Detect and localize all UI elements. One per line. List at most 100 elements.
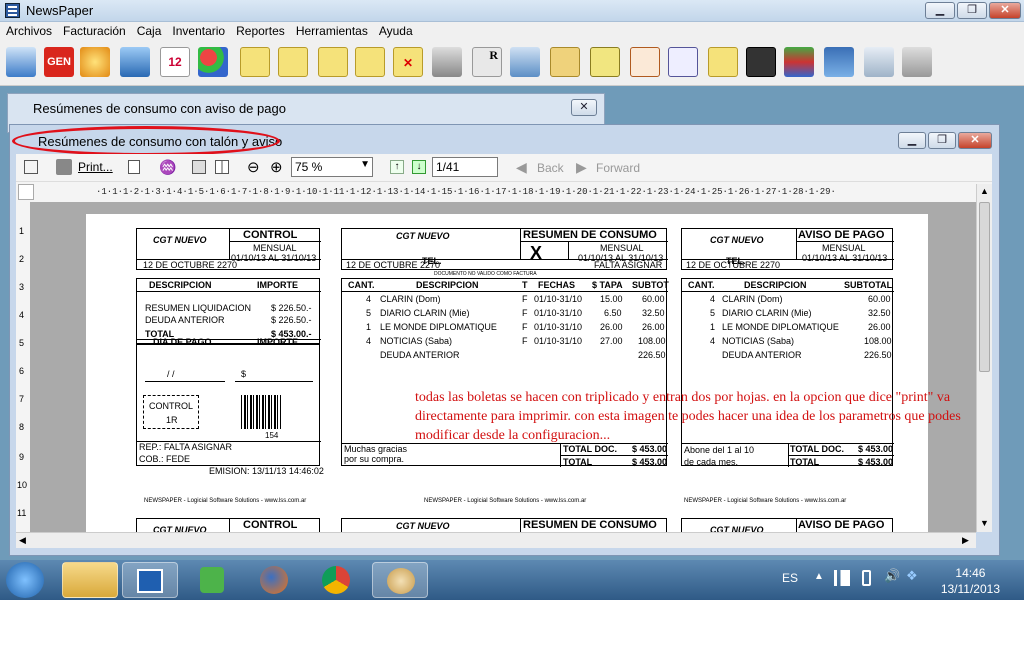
battery-icon[interactable]	[862, 570, 871, 586]
print-button[interactable]: Print...	[78, 160, 113, 174]
menu-archivos[interactable]: Archivos	[0, 22, 57, 38]
scroll-right-icon[interactable]: ▶	[962, 535, 969, 546]
firefox-taskbar-icon[interactable]	[246, 562, 302, 598]
company-name: CGT NUEVO	[396, 521, 450, 531]
paint-taskbar-icon[interactable]	[372, 562, 428, 598]
clock[interactable]: 14:46 13/11/2013	[941, 565, 1000, 597]
payment-box: / / $ CONTROL 1R 154 REP.: FALTA ASIGNAR…	[136, 344, 324, 476]
forward-icon[interactable]: ▶	[576, 159, 587, 176]
cob-label: COB.: FEDE	[139, 454, 191, 464]
list-icon[interactable]	[668, 47, 698, 77]
books-icon[interactable]	[784, 47, 814, 77]
clipboard-icon[interactable]	[550, 47, 580, 77]
scroll-down-icon[interactable]: ▼	[980, 518, 989, 528]
newspaper-taskbar-icon[interactable]	[122, 562, 178, 598]
menu-inventario[interactable]: Inventario	[166, 22, 230, 38]
tree-icon[interactable]	[24, 160, 38, 174]
scroll-icon[interactable]	[510, 47, 540, 77]
cart-icon[interactable]	[902, 47, 932, 77]
restore-button[interactable]: ❐	[957, 2, 987, 19]
row-type: F	[522, 322, 528, 332]
item-amount: $ 226.50.-	[271, 303, 312, 313]
dropbox-icon[interactable]: ❖	[906, 568, 918, 584]
computer-icon[interactable]	[864, 47, 894, 77]
page-input[interactable]: 1/41	[432, 157, 498, 177]
start-button[interactable]	[6, 562, 44, 598]
forward-button[interactable]: Forward	[596, 161, 640, 175]
menu-caja[interactable]: Caja	[131, 22, 167, 38]
calendar-icon[interactable]: 12	[160, 47, 190, 77]
close-button[interactable]: ✕	[989, 2, 1021, 19]
monitor-icon[interactable]	[824, 47, 854, 77]
report-icon[interactable]	[630, 47, 660, 77]
grid-icon[interactable]	[355, 47, 385, 77]
aviso-header-box: CGT NUEVO TEL. AVISO DE PAGO MENSUAL 01/…	[681, 228, 894, 270]
prev-page-icon[interactable]: ↑	[390, 160, 404, 174]
zoom-select[interactable]: 75 % ▼	[291, 157, 373, 177]
back-button[interactable]: Back	[537, 161, 564, 175]
printer-icon[interactable]	[56, 159, 72, 175]
back-icon[interactable]: ◀	[516, 159, 527, 176]
volume-icon[interactable]: 🔊	[884, 568, 900, 584]
control-header-box: CGT NUEVO CONTROL MENSUAL 01/10/13 AL 31…	[136, 228, 321, 270]
burst-icon[interactable]	[80, 47, 110, 77]
zoom-out-icon[interactable]: ⊖	[247, 158, 260, 176]
vertical-scrollbar[interactable]: ▲ ▼	[976, 184, 992, 532]
window-title: Resúmenes de consumo con aviso de pago	[33, 101, 286, 116]
box-icon[interactable]	[120, 47, 150, 77]
row-desc: CLARIN (Dom)	[380, 294, 441, 304]
menu-facturacion[interactable]: Facturación	[57, 22, 131, 38]
find-icon[interactable]: ♒	[159, 159, 176, 176]
show-hidden-icons[interactable]: ▲	[814, 571, 824, 582]
grid-check-icon[interactable]	[240, 47, 270, 77]
next-resumen-box: CGT NUEVO RESUMEN DE CONSUMO	[341, 518, 667, 532]
grid-remove-icon[interactable]	[318, 47, 348, 77]
pie-icon[interactable]	[198, 47, 228, 77]
total-label: TOTAL	[790, 457, 820, 467]
zoom-in-icon[interactable]: ⊕	[270, 158, 283, 176]
row-subtotal: 60.00	[868, 294, 891, 304]
menu-bar: Archivos Facturación Caja Inventario Reporte…	[0, 22, 1024, 42]
terminal-icon[interactable]	[746, 47, 776, 77]
close-icon[interactable]: ✕	[571, 99, 597, 116]
scroll-up-icon[interactable]: ▲	[980, 186, 989, 196]
sheet-icon[interactable]	[590, 47, 620, 77]
chrome-taskbar-icon[interactable]	[308, 562, 364, 598]
menu-reportes[interactable]: Reportes	[230, 22, 290, 38]
row-price: 26.00	[600, 322, 623, 332]
close-button[interactable]: ✕	[958, 132, 992, 149]
col-header: SUBTOT	[632, 280, 669, 290]
report-view[interactable]: 1 2 3 4 5 6 7 8 9 10 11 CGT NUEVO CONTRO…	[16, 202, 976, 532]
signal-icon[interactable]	[834, 570, 850, 586]
grid-delete-icon[interactable]: ✕	[393, 47, 423, 77]
row-subtotal: 26.00	[868, 322, 891, 332]
scroll-left-icon[interactable]: ◀	[19, 535, 26, 546]
language-indicator[interactable]: ES	[782, 571, 798, 585]
horizontal-scrollbar[interactable]: ◀ ▶	[16, 532, 976, 548]
grid-add-icon[interactable]	[278, 47, 308, 77]
gen-icon[interactable]: GEN	[44, 47, 74, 77]
menu-herramientas[interactable]: Herramientas	[290, 22, 373, 38]
notes-taskbar-icon[interactable]	[184, 562, 240, 598]
ruler-left-label: 4	[19, 310, 25, 320]
scroll-thumb[interactable]	[979, 202, 990, 372]
clients-icon[interactable]	[6, 47, 36, 77]
footer: NEWSPAPER - Logicial Software Solutions …	[144, 498, 307, 504]
barcode	[241, 395, 281, 429]
row-desc: LE MONDE DIPLOMATIQUE	[722, 322, 839, 332]
document-icon[interactable]	[708, 47, 738, 77]
restore-button[interactable]: ❐	[928, 132, 956, 149]
minimize-button[interactable]: ▁	[898, 132, 926, 149]
ruler-left-label: 7	[19, 394, 25, 404]
row-qty: 5	[710, 308, 716, 318]
register-icon[interactable]: R	[472, 47, 502, 77]
multi-page-icon[interactable]	[215, 160, 229, 174]
next-page-icon[interactable]: ↓	[412, 160, 426, 174]
search-icon[interactable]	[432, 47, 462, 77]
ruler-corner	[18, 184, 34, 200]
single-page-icon[interactable]	[192, 160, 206, 174]
menu-ayuda[interactable]: Ayuda	[373, 22, 418, 38]
copy-icon[interactable]	[128, 160, 140, 174]
explorer-taskbar-icon[interactable]	[62, 562, 118, 598]
minimize-button[interactable]: ▁	[925, 2, 955, 19]
